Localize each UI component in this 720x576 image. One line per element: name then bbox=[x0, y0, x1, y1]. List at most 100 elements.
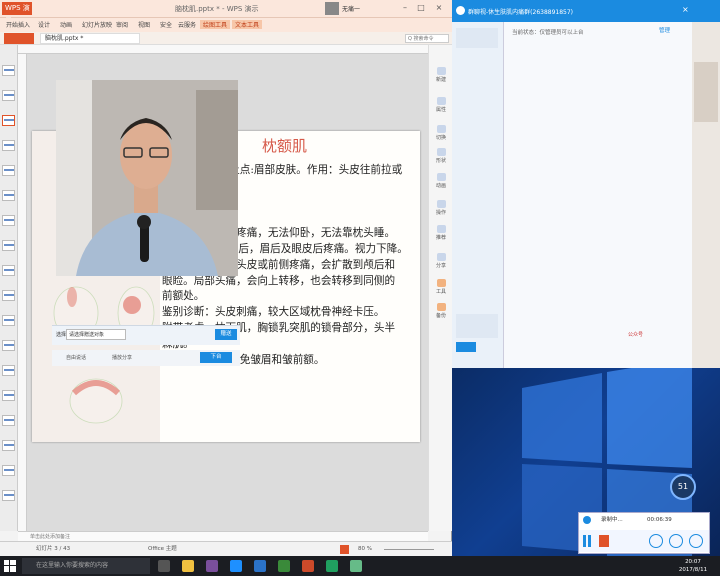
thumbnail[interactable] bbox=[2, 490, 15, 501]
pause-icon[interactable] bbox=[583, 535, 591, 547]
zoom-slider[interactable] bbox=[384, 549, 434, 550]
public-account[interactable]: 公众号 bbox=[628, 331, 643, 338]
menu-animation[interactable]: 动画 bbox=[60, 20, 72, 29]
thumbnail[interactable] bbox=[2, 90, 15, 101]
settings-icon[interactable] bbox=[689, 534, 703, 548]
slide-thumbnails[interactable] bbox=[0, 45, 18, 531]
close-icon[interactable]: × bbox=[434, 3, 444, 13]
chat-main: 当前状态：仅管理员可以上台 管理 bbox=[504, 22, 692, 368]
ie-icon[interactable] bbox=[254, 560, 266, 572]
horizontal-ruler bbox=[18, 45, 428, 54]
manage-button[interactable]: 管理 bbox=[659, 26, 670, 34]
current-status: 当前状态：仅管理员可以上台 bbox=[512, 30, 584, 36]
maximize-icon[interactable]: □ bbox=[416, 3, 426, 13]
thumbnail[interactable] bbox=[2, 465, 15, 476]
stop-icon[interactable] bbox=[599, 535, 609, 547]
tool-tools[interactable]: 工具 bbox=[432, 279, 450, 295]
file-tab[interactable]: 脑枕肌.pptx * bbox=[40, 33, 140, 44]
thumbnail[interactable] bbox=[2, 315, 15, 326]
close-icon[interactable]: × bbox=[682, 5, 689, 14]
tool-recommend[interactable]: 推荐 bbox=[432, 225, 450, 241]
wps-icon[interactable] bbox=[302, 560, 314, 572]
group-info bbox=[456, 28, 498, 48]
slide-title[interactable]: 枕额肌 bbox=[262, 135, 307, 156]
play-icon[interactable] bbox=[340, 545, 349, 554]
text-line: 前额处。 bbox=[162, 290, 205, 303]
recorder-header: 录制中... 00:06:39 bbox=[579, 513, 709, 527]
browser-icon[interactable] bbox=[230, 560, 242, 572]
tool-label: 形状 bbox=[435, 158, 446, 164]
menu-text-tools[interactable]: 文本工具 bbox=[232, 20, 263, 29]
windows-start-icon[interactable] bbox=[4, 560, 16, 572]
menu-security[interactable]: 安全 bbox=[160, 20, 172, 29]
command-search[interactable]: Q 搜索命令 bbox=[405, 34, 449, 43]
avatar[interactable] bbox=[325, 2, 339, 15]
thumbnail[interactable] bbox=[2, 215, 15, 226]
app-icon[interactable] bbox=[350, 560, 362, 572]
clock-time: 20:07 bbox=[685, 559, 701, 565]
zoom-level[interactable]: 80 % bbox=[358, 542, 372, 556]
thumbnail[interactable] bbox=[2, 165, 15, 176]
wechat-icon[interactable] bbox=[326, 560, 338, 572]
thumbnail[interactable] bbox=[2, 440, 15, 451]
taskbar-search[interactable]: 在这里输入你要搜索的内容 bbox=[22, 558, 150, 574]
play-share[interactable]: 播放分享 bbox=[112, 350, 132, 366]
thumbnail[interactable] bbox=[2, 265, 15, 276]
thumbnail[interactable] bbox=[2, 290, 15, 301]
menu-review[interactable]: 审阅 bbox=[116, 20, 128, 29]
group-notice bbox=[456, 314, 498, 338]
thumbnail[interactable] bbox=[2, 340, 15, 351]
menu-view[interactable]: 视图 bbox=[138, 20, 150, 29]
thumbnail[interactable] bbox=[2, 415, 15, 426]
tool-backup[interactable]: 备份 bbox=[432, 303, 450, 319]
tool-action[interactable]: 操作 bbox=[432, 200, 450, 216]
menu-home[interactable]: 开始 bbox=[6, 20, 18, 29]
app-green-icon[interactable] bbox=[278, 560, 290, 572]
thumbnail[interactable] bbox=[2, 190, 15, 201]
thumbnail-selected[interactable] bbox=[2, 115, 15, 126]
leave-stage-button[interactable]: 下台 bbox=[200, 352, 232, 363]
menu-insert[interactable]: 插入 bbox=[18, 20, 30, 29]
menu-cloud[interactable]: 云服务 bbox=[178, 20, 196, 29]
tool-shape[interactable]: 形状 bbox=[432, 148, 450, 164]
tool-animation[interactable]: 动画 bbox=[432, 173, 450, 189]
tool-properties[interactable]: 属性 bbox=[432, 97, 450, 113]
video-feed bbox=[56, 80, 238, 276]
chat-right-panel bbox=[692, 22, 720, 368]
windows-taskbar: 在这里输入你要搜索的内容 20:07 2017/8/11 bbox=[0, 556, 720, 576]
tool-label: 备份 bbox=[435, 313, 446, 319]
gift-target-select[interactable]: 请选择赠送对象 bbox=[66, 329, 126, 340]
microphone-icon[interactable] bbox=[669, 534, 683, 548]
status-bar: 幻灯片 3 / 43 Office 主题 80 % bbox=[0, 541, 452, 556]
taskbar-clock[interactable]: 20:07 2017/8/11 bbox=[676, 558, 710, 574]
join-button[interactable] bbox=[456, 342, 476, 352]
wps-home-tab[interactable] bbox=[4, 33, 34, 44]
app-menu-button[interactable]: WPS 演示 bbox=[2, 2, 32, 25]
thumbnail[interactable] bbox=[2, 240, 15, 251]
network-speed-ball[interactable]: 51 bbox=[670, 474, 696, 500]
tool-new[interactable]: 新建 bbox=[432, 67, 450, 83]
file-explorer-icon[interactable] bbox=[182, 560, 194, 572]
tool-label: 新建 bbox=[435, 77, 446, 83]
chat-title: 群聊视-休生肤肌内痛群(2638891857) bbox=[468, 9, 574, 16]
tool-label: 分享 bbox=[435, 263, 446, 269]
thumbnail[interactable] bbox=[2, 140, 15, 151]
user-name[interactable]: 无痛一 bbox=[342, 4, 360, 13]
send-gift-button[interactable]: 赠送 bbox=[215, 329, 237, 340]
menu-drawing-tools[interactable]: 绘图工具 bbox=[200, 20, 231, 29]
task-view-icon[interactable] bbox=[158, 560, 170, 572]
notes-area[interactable]: 单击此处添加备注 bbox=[18, 531, 428, 541]
menu-slideshow[interactable]: 幻灯片放映 bbox=[82, 20, 112, 29]
thumbnail[interactable] bbox=[2, 365, 15, 376]
camera-icon[interactable] bbox=[649, 534, 663, 548]
tool-share[interactable]: 分享 bbox=[432, 253, 450, 269]
minimize-icon[interactable]: – bbox=[400, 3, 410, 13]
free-talk[interactable]: 自由说话 bbox=[66, 350, 86, 366]
app-icon[interactable] bbox=[206, 560, 218, 572]
thumbnail[interactable] bbox=[2, 390, 15, 401]
tool-label: 动画 bbox=[435, 183, 446, 189]
menu-design[interactable]: 设计 bbox=[38, 20, 50, 29]
tool-transition[interactable]: 切换 bbox=[432, 125, 450, 141]
thumbnail[interactable] bbox=[2, 65, 15, 76]
tool-label: 属性 bbox=[435, 107, 446, 113]
